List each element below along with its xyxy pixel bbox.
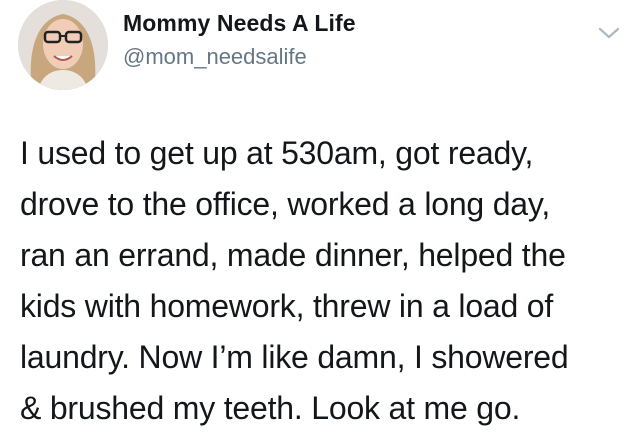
chevron-down-icon[interactable]	[596, 24, 622, 42]
tweet-text-line: I used to get up at 530am, got ready,	[20, 135, 534, 171]
tweet-text-line: ran an errand, made dinner, helped the	[20, 237, 566, 273]
tweet-text: I used to get up at 530am, got ready, dr…	[20, 128, 632, 434]
author-handle[interactable]: @mom_needsalife	[123, 44, 307, 70]
avatar[interactable]	[18, 0, 108, 90]
author-display-name[interactable]: Mommy Needs A Life	[123, 10, 356, 37]
profile-photo-icon	[18, 0, 108, 90]
tweet-text-line: drove to the office, worked a long day,	[20, 186, 551, 222]
tweet-text-line: & brushed my teeth. Look at me go.	[20, 390, 521, 426]
tweet-text-line: laundry. Now I’m like damn, I showered	[20, 339, 569, 375]
tweet-card: Mommy Needs A Life @mom_needsalife I use…	[0, 0, 640, 445]
tweet-text-line: kids with homework, threw in a load of	[20, 288, 554, 324]
